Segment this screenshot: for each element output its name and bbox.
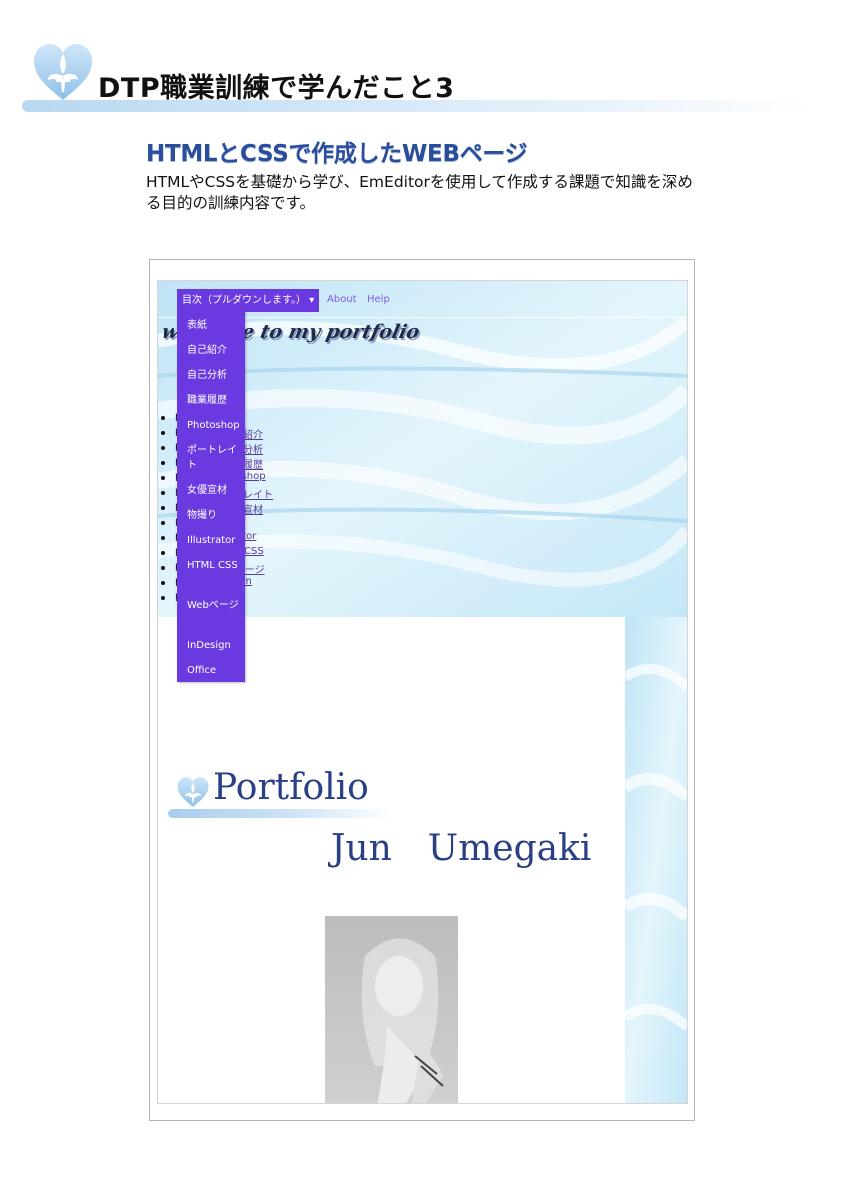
bullet-icon [161,521,165,525]
toc-dropdown-label: 目次（プルダウンします。） [182,295,306,306]
menu-item-cover[interactable]: 表紙 [187,318,243,333]
website-viewport: 目次（プルダウンします。） ▾ About Help welcome to my… [157,280,688,1104]
section-heading: HTMLとCSSで作成したWEBページ [146,141,528,167]
cover-author-name: Jun Umegaki [331,828,592,869]
menu-item-self-analysis[interactable]: 自己分析 [187,368,243,383]
menu-item-actress-promo[interactable]: 女優宣材 [187,483,243,498]
bullet-icon [161,446,165,450]
bullet-icon [161,596,165,600]
bullet-icon [161,461,165,465]
sky-side-strip [625,617,687,1103]
menu-item-office[interactable]: Office [187,663,243,678]
bullet-icon [161,491,165,495]
menu-item-web-page[interactable]: Webページ [187,598,243,613]
title-underline [22,100,812,112]
nav-help-link[interactable]: Help [367,294,390,305]
nav-about-link[interactable]: About [327,294,357,305]
bullet-icon [161,506,165,510]
toc-dropdown-menu: 表紙 自己紹介 自己分析 職業履歴 Photoshop ポートレイト 女優宣材 … [177,310,245,682]
bullet-icon [161,551,165,555]
section-description: HTMLやCSSを基礎から学び、EmEditorを使用して作成する課題で知識を深… [146,173,693,212]
fleur-de-lis-heart-icon [176,776,210,808]
menu-item-illustrator[interactable]: Illustrator [187,533,243,548]
menu-item-html-css[interactable]: HTML CSS [187,558,243,573]
bullet-icon [161,416,165,420]
menu-item-product-shots[interactable]: 物撮り [187,508,243,523]
menu-item-photoshop[interactable]: Photoshop [187,418,243,433]
menu-item-self-introduction[interactable]: 自己紹介 [187,343,243,358]
bullet-icon [161,536,165,540]
bullet-icon [161,476,165,480]
bullet-icon [161,581,165,585]
chevron-down-icon: ▾ [309,295,315,306]
bullet-icon [161,431,165,435]
menu-item-work-history[interactable]: 職業履歴 [187,393,243,408]
bullet-icon [161,566,165,570]
menu-item-indesign[interactable]: InDesign [187,638,243,653]
portrait-photo [325,916,458,1103]
website-screenshot: 目次（プルダウンします。） ▾ About Help welcome to my… [149,259,695,1121]
toc-dropdown-button[interactable]: 目次（プルダウンします。） ▾ [177,289,320,312]
fleur-de-lis-heart-icon [32,42,94,102]
cover-title-underline [168,809,393,818]
cover-title: Portfolio [213,767,369,808]
menu-item-portrait[interactable]: ポートレイト [187,443,243,473]
